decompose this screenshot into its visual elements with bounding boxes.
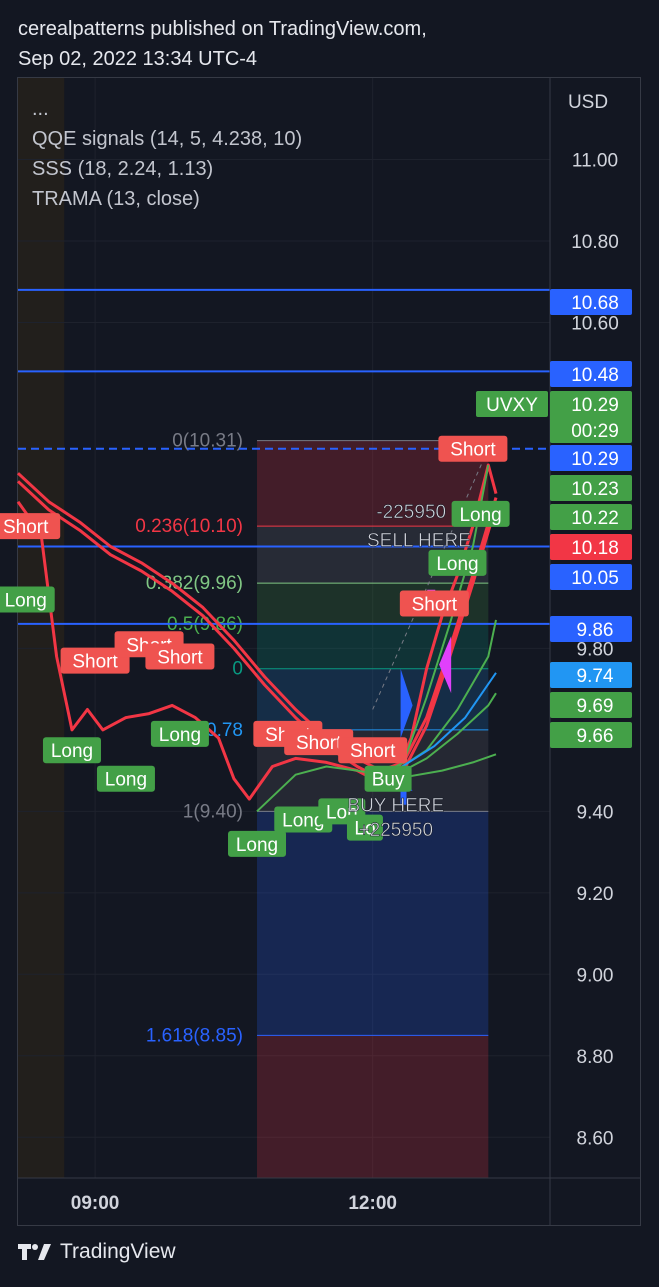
price-badge-countdown: 00:29 <box>571 421 619 442</box>
signal-label: Short <box>450 440 496 461</box>
signal-label: Short <box>350 741 396 762</box>
price-badge-label: 10.68 <box>571 293 619 314</box>
price-tick-label: 9.40 <box>577 802 614 823</box>
indicator-legend: ... QQE signals (14, 5, 4.238, 10) SSS (… <box>32 94 302 214</box>
price-badge-label: 10.23 <box>571 479 619 500</box>
price-tick-label: 11.00 <box>572 150 618 171</box>
price-badge-label: 9.66 <box>577 726 614 747</box>
fib-zone <box>257 1035 489 1178</box>
time-tick-label: 12:00 <box>348 1193 397 1214</box>
footer-brand: TradingView <box>18 1240 176 1264</box>
price-tick-label: 9.20 <box>577 884 614 905</box>
currency-label: USD <box>568 92 608 113</box>
signal-label: Short <box>296 733 342 754</box>
signal-label: Short <box>72 652 118 673</box>
price-tick-label: 8.80 <box>577 1047 614 1068</box>
legend-collapse[interactable]: ... <box>32 94 302 124</box>
tradingview-logo-icon <box>18 1242 52 1262</box>
chart-annotation: BUY HERE <box>347 795 444 816</box>
signal-label: Long <box>459 505 501 526</box>
fib-level-label: 1(9.40) <box>183 801 243 822</box>
price-tick-label: 10.60 <box>571 313 619 334</box>
footer-brand-text: TradingView <box>60 1240 176 1263</box>
fib-level-label: 0.236(10.10) <box>135 516 243 537</box>
fib-zone <box>257 811 489 1036</box>
price-badge-label: 9.86 <box>577 620 614 641</box>
price-badge-label: 9.74 <box>577 666 614 687</box>
signal-label: Long <box>105 770 147 791</box>
signal-label: Long <box>236 835 278 856</box>
signal-label: Long <box>282 810 324 831</box>
price-badge-label: 10.29 <box>571 395 619 416</box>
fib-level-label: 1.618(8.85) <box>146 1025 243 1046</box>
legend-item-qqe[interactable]: QQE signals (14, 5, 4.238, 10) <box>32 124 302 154</box>
fib-zone <box>257 668 489 730</box>
price-tick-label: 10.80 <box>571 232 619 253</box>
price-badge-label: 10.18 <box>571 538 619 559</box>
legend-item-sss[interactable]: SSS (18, 2.24, 1.13) <box>32 154 302 184</box>
signal-label: Buy <box>372 770 405 791</box>
price-tick-label: 8.60 <box>577 1128 614 1149</box>
chart-annotation: -225950 <box>376 502 446 523</box>
legend-item-trama[interactable]: TRAMA (13, close) <box>32 184 302 214</box>
price-badge-label: 10.29 <box>571 449 619 470</box>
signal-label: Long <box>5 590 47 611</box>
chart-annotation: SELL HERE <box>367 531 471 552</box>
signal-label: Short <box>412 595 458 616</box>
price-tick-label: 9.00 <box>577 965 614 986</box>
chart-annotation: +225950 <box>359 820 434 841</box>
premarket-shade <box>18 78 65 1178</box>
fib-level-label: 0 <box>232 659 243 680</box>
signal-label: Short <box>3 517 49 538</box>
symbol-badge-label: UVXY <box>486 395 538 416</box>
price-tick-label: 9.80 <box>577 639 614 660</box>
price-badge-label: 10.05 <box>571 568 619 589</box>
time-tick-label: 09:00 <box>71 1193 120 1214</box>
price-badge-label: 9.69 <box>577 696 614 717</box>
signal-label: Long <box>436 554 478 575</box>
signal-label: Long <box>159 725 201 746</box>
price-badge-label: 10.22 <box>571 508 619 529</box>
signal-label: Short <box>157 648 203 669</box>
signal-label: Long <box>51 741 93 762</box>
price-badge-label: 10.48 <box>571 365 619 386</box>
